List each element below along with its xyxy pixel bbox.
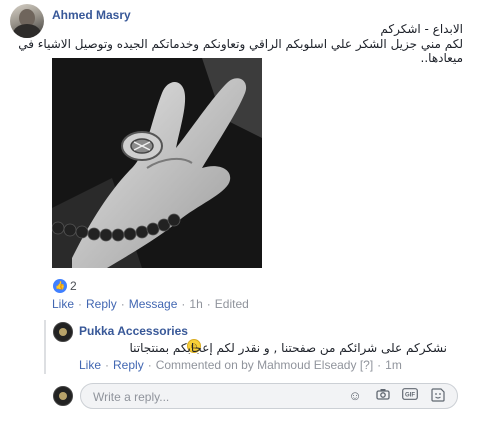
reply-author-name[interactable]: Pukka Accessories xyxy=(79,324,188,338)
reply-like-link[interactable]: Like xyxy=(79,358,101,372)
comment-actions: Like · Reply · Message · 1h · Edited xyxy=(52,297,249,311)
separator-dot: · xyxy=(377,358,382,372)
ring-hand-image xyxy=(52,58,262,268)
commented-on-by[interactable]: Commented on by Mahmoud Elseady xyxy=(156,358,357,372)
reply-input[interactable]: Write a reply... ☺ GIF xyxy=(80,383,458,409)
help-link[interactable]: [?] xyxy=(360,358,373,372)
separator-dot: · xyxy=(206,297,211,311)
camera-icon[interactable] xyxy=(375,388,391,404)
thread-line xyxy=(44,320,46,374)
commenter-name[interactable]: Ahmed Masry xyxy=(52,8,131,22)
comment-text-line-1: الابداع - اشكركم xyxy=(380,22,463,36)
reply-link[interactable]: Reply xyxy=(86,297,117,311)
separator-dot: · xyxy=(105,358,110,372)
separator-dot: · xyxy=(78,297,83,311)
separator-dot: · xyxy=(120,297,125,311)
reply-actions: Like · Reply · Commented on by Mahmoud Elsea… xyxy=(79,358,402,372)
comment-time[interactable]: 1h xyxy=(189,297,202,311)
svg-text:GIF: GIF xyxy=(405,393,415,399)
commenter-avatar[interactable] xyxy=(10,4,44,38)
separator-dot: · xyxy=(181,297,186,311)
reply-time[interactable]: 1m xyxy=(385,358,402,372)
reply-reply-link[interactable]: Reply xyxy=(113,358,144,372)
reply-placeholder: Write a reply... xyxy=(93,390,170,404)
reaction-count[interactable]: 2 xyxy=(70,279,77,293)
thumbs-up-icon[interactable]: 👍 xyxy=(53,279,67,293)
like-link[interactable]: Like xyxy=(52,297,74,311)
avatar-body xyxy=(13,24,41,38)
page-avatar[interactable] xyxy=(53,322,73,342)
composer-avatar xyxy=(53,386,73,406)
gif-icon[interactable]: GIF xyxy=(402,388,418,404)
message-link[interactable]: Message xyxy=(129,297,178,311)
reply-text: نشكركم على شرائكم من صفحتنا , و نقدر لكم… xyxy=(129,341,447,355)
sticker-icon[interactable] xyxy=(430,388,446,404)
comment-photo[interactable] xyxy=(52,58,262,268)
edited-label[interactable]: Edited xyxy=(215,297,249,311)
emoji-icon[interactable]: ☺ xyxy=(347,388,363,404)
separator-dot: · xyxy=(147,358,152,372)
